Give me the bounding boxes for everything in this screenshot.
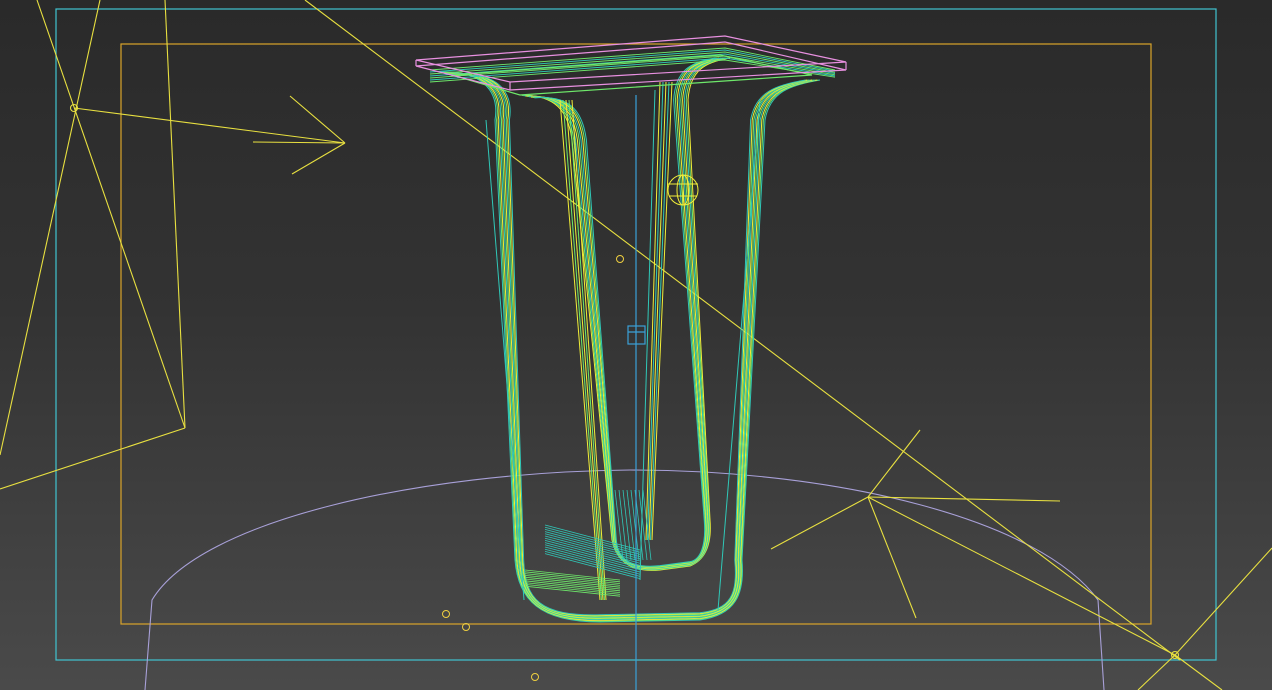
chair-guide-line (485, 119, 525, 601)
chair-inner-contour (528, 57, 722, 569)
chair-inner-contour (530, 57, 720, 568)
chair-inner-contour (521, 57, 729, 571)
pivot-gizmo[interactable] (627, 95, 646, 690)
sun-target-bottom-right[interactable] (1137, 547, 1272, 690)
chair-outer-contour (441, 71, 819, 622)
chair-bottom-brace (630, 489, 640, 561)
wireframe-scene[interactable] (0, 0, 1272, 690)
chair-bottom-brace (622, 489, 632, 561)
omni-light-left[interactable] (69, 95, 346, 175)
chair-bottom-brace (638, 489, 648, 561)
chair-inner-contour (519, 57, 731, 571)
chair-inner-contour (523, 57, 727, 570)
spot-light-left[interactable] (0, 0, 186, 490)
chair-inner-contour (525, 57, 725, 570)
chair-wireframe[interactable] (429, 47, 836, 623)
spot-light-right[interactable] (770, 429, 1176, 656)
chair-inner-contour (527, 57, 723, 569)
chair-outer-contour (443, 72, 817, 621)
chair-outer-contour (439, 71, 821, 623)
3d-viewport[interactable] (0, 0, 1272, 690)
sphere-helper (667, 174, 699, 206)
